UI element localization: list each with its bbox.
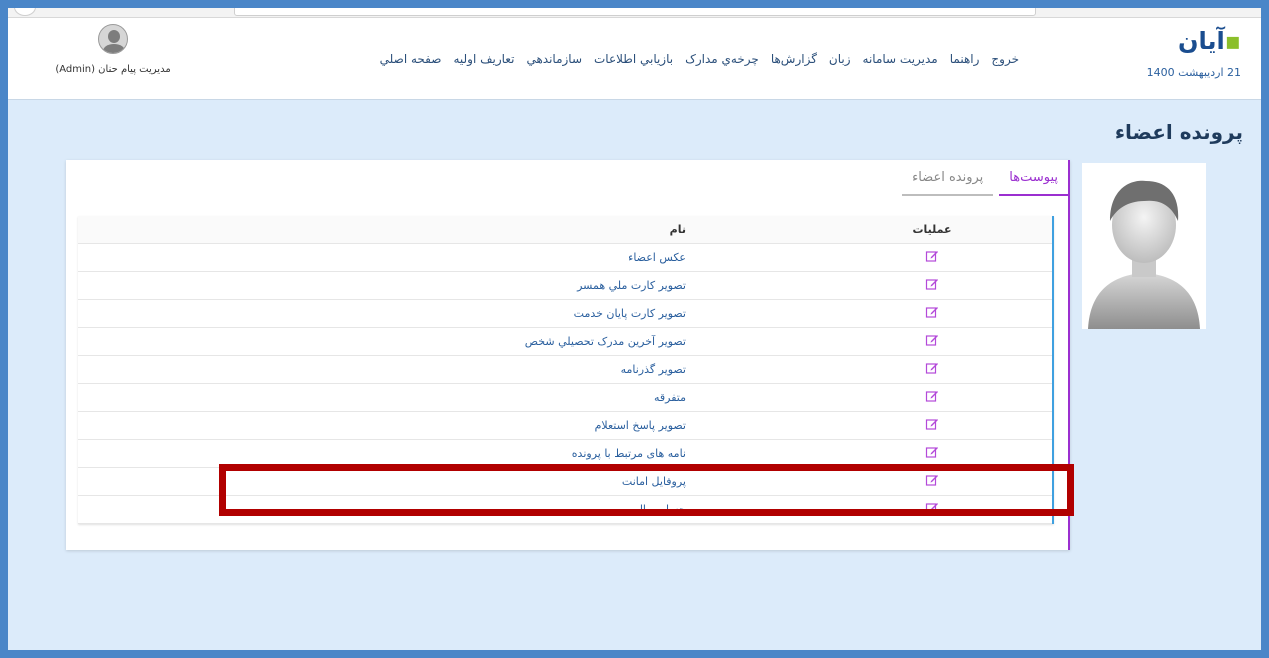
edit-pencil-icon[interactable] bbox=[925, 361, 939, 375]
edit-pencil-icon[interactable] bbox=[925, 333, 939, 347]
page-title: پرونده اعضاء bbox=[1114, 120, 1243, 144]
row-name: تصویر آخرین مدرک تحصیلي شخص bbox=[524, 335, 686, 348]
table-row: عکس اعضاء bbox=[78, 244, 1052, 272]
edit-pencil-icon[interactable] bbox=[925, 249, 939, 263]
current-date: 21 اردیبهشت 1400 bbox=[1146, 66, 1241, 79]
table-row: تصویر آخرین مدرک تحصیلي شخص bbox=[78, 328, 1052, 356]
edit-pencil-icon[interactable] bbox=[925, 445, 939, 459]
table-row: تصویر گذرنامه bbox=[78, 356, 1052, 384]
edit-pencil-icon[interactable] bbox=[925, 277, 939, 291]
nav-language[interactable]: زبان bbox=[823, 52, 857, 66]
row-ops bbox=[692, 361, 1052, 378]
logo-text: آیان bbox=[1178, 27, 1225, 55]
row-name: حساب مالي bbox=[630, 503, 686, 516]
browser-address-bar[interactable] bbox=[234, 8, 1036, 16]
nav-definitions[interactable]: تعاريف اوليه bbox=[447, 52, 520, 66]
row-name: تصویر گذرنامه bbox=[620, 363, 686, 376]
row-ops bbox=[692, 501, 1052, 518]
default-avatar-icon bbox=[1082, 163, 1206, 329]
top-header: ▪آیان 21 اردیبهشت 1400 صفحه اصلي تعاريف … bbox=[8, 18, 1261, 100]
table-row: تصویر کارت ملي همسر bbox=[78, 272, 1052, 300]
table-row: نامه های مرتبط با پرونده bbox=[78, 440, 1052, 468]
row-name: تصویر کارت ملي همسر bbox=[577, 279, 686, 292]
tab-member-file[interactable]: پرونده اعضاء bbox=[902, 166, 994, 196]
nav-reports[interactable]: گزارش‌ها bbox=[765, 52, 823, 66]
row-ops bbox=[692, 473, 1052, 490]
header-ops: عملیات bbox=[912, 223, 952, 236]
browser-toolbar bbox=[8, 8, 1261, 18]
row-ops bbox=[692, 277, 1052, 294]
nav-organization[interactable]: سازماندهي bbox=[520, 52, 588, 66]
nav-document-cycle[interactable]: چرخه‌ي مدارک bbox=[679, 52, 765, 66]
table-row: تصویر پاسخ استعلام bbox=[78, 412, 1052, 440]
table-row: تصویر کارت پایان خدمت bbox=[78, 300, 1052, 328]
row-ops bbox=[692, 445, 1052, 462]
nav-logout[interactable]: خروج bbox=[985, 52, 1025, 66]
app-window: ▪آیان 21 اردیبهشت 1400 صفحه اصلي تعاريف … bbox=[0, 0, 1269, 658]
browser-back-button[interactable] bbox=[14, 8, 36, 16]
main-nav: صفحه اصلي تعاريف اوليه سازماندهي بازيابي… bbox=[374, 52, 1025, 66]
row-ops bbox=[692, 417, 1052, 434]
logo-leaf-icon: ▪ bbox=[1224, 27, 1241, 55]
nav-help[interactable]: راهنما bbox=[944, 52, 986, 66]
user-name: مدیریت پیام حنان (Admin) bbox=[55, 64, 171, 75]
table-header: نام عملیات bbox=[78, 216, 1052, 244]
user-avatar-icon bbox=[98, 24, 128, 54]
edit-pencil-icon[interactable] bbox=[925, 305, 939, 319]
table-row: حساب مالي bbox=[78, 496, 1052, 524]
nav-system-admin[interactable]: مديريت سامانه bbox=[857, 52, 944, 66]
row-name: نامه های مرتبط با پرونده bbox=[571, 447, 686, 460]
edit-pencil-icon[interactable] bbox=[925, 473, 939, 487]
table-row: پروفایل امانت bbox=[78, 468, 1052, 496]
attachments-panel: پرونده اعضاء پیوست‌ها نام عملیات عکس اعض… bbox=[66, 160, 1070, 550]
brand: ▪آیان 21 اردیبهشت 1400 bbox=[1131, 24, 1241, 79]
nav-home[interactable]: صفحه اصلي bbox=[374, 52, 448, 66]
logo[interactable]: ▪آیان bbox=[1131, 24, 1241, 58]
row-ops bbox=[692, 305, 1052, 322]
row-name: عکس اعضاء bbox=[628, 251, 686, 264]
user-box[interactable]: مدیریت پیام حنان (Admin) bbox=[48, 24, 178, 75]
row-ops bbox=[692, 333, 1052, 350]
table-row: متفرقه bbox=[78, 384, 1052, 412]
edit-pencil-icon[interactable] bbox=[925, 389, 939, 403]
row-name: تصویر کارت پایان خدمت bbox=[573, 307, 686, 320]
row-name: تصویر پاسخ استعلام bbox=[594, 419, 686, 432]
tab-attachments[interactable]: پیوست‌ها bbox=[999, 166, 1068, 196]
header-name: نام bbox=[669, 223, 686, 236]
attachments-table: نام عملیات عکس اعضاء تصویر کارت ملي همسر… bbox=[78, 216, 1054, 524]
row-name: پروفایل امانت bbox=[621, 475, 686, 488]
edit-pencil-icon[interactable] bbox=[925, 417, 939, 431]
tab-bar: پرونده اعضاء پیوست‌ها bbox=[896, 166, 1068, 196]
edit-pencil-icon[interactable] bbox=[925, 501, 939, 515]
member-photo bbox=[1082, 163, 1206, 329]
row-ops bbox=[692, 389, 1052, 406]
row-ops bbox=[692, 249, 1052, 266]
row-name: متفرقه bbox=[653, 391, 686, 404]
nav-retrieval[interactable]: بازيابي اطلاعات bbox=[588, 52, 679, 66]
